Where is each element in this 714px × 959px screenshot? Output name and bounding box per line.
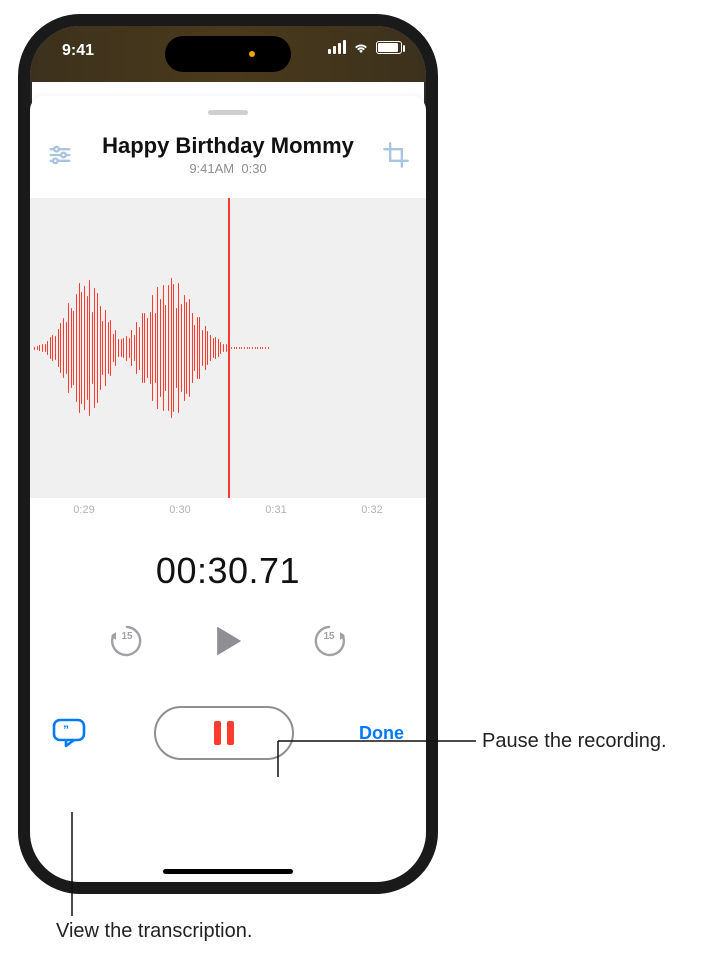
callout-pause: Pause the recording. [482,730,667,753]
callout-transcription: View the transcription. [56,920,252,943]
